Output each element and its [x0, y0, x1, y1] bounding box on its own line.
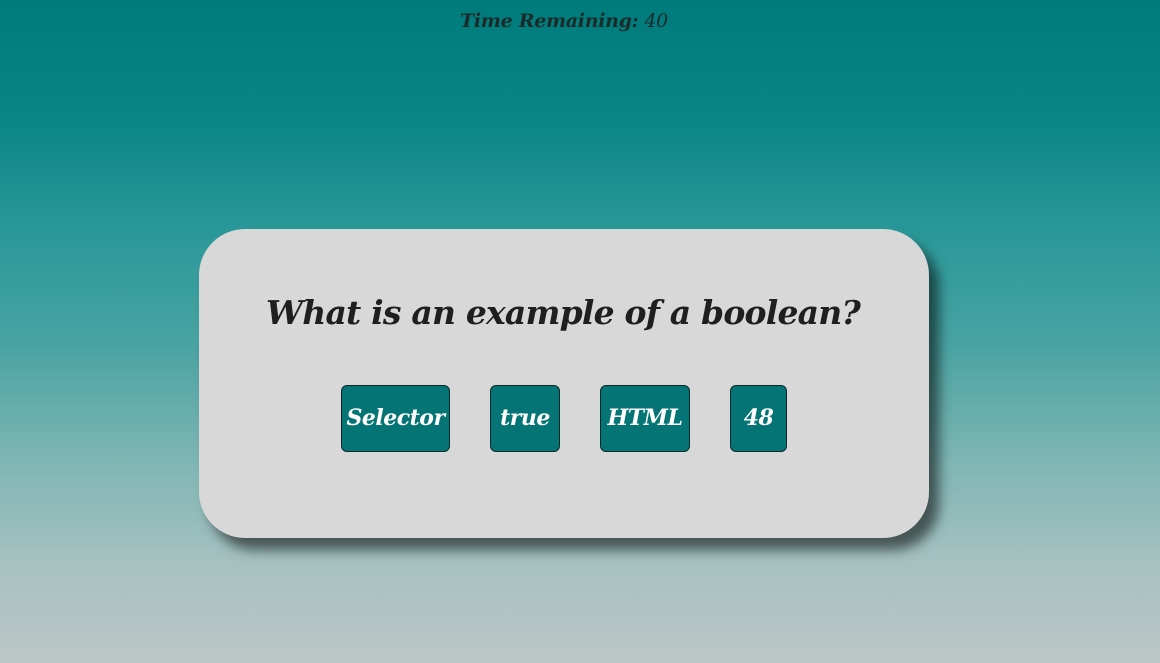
answer-button-2[interactable]: true — [490, 385, 560, 452]
answer-button-4[interactable]: 48 — [730, 385, 787, 452]
answer-button-3[interactable]: HTML — [600, 385, 690, 452]
answer-button-1[interactable]: Selector — [341, 385, 450, 452]
timer-value: 40 — [644, 10, 668, 32]
quiz-card: What is an example of a boolean? Selecto… — [199, 229, 929, 538]
timer-label: Time Remaining: — [460, 10, 639, 32]
timer: Time Remaining: 40 — [0, 10, 1128, 32]
question-text: What is an example of a boolean? — [265, 293, 861, 332]
